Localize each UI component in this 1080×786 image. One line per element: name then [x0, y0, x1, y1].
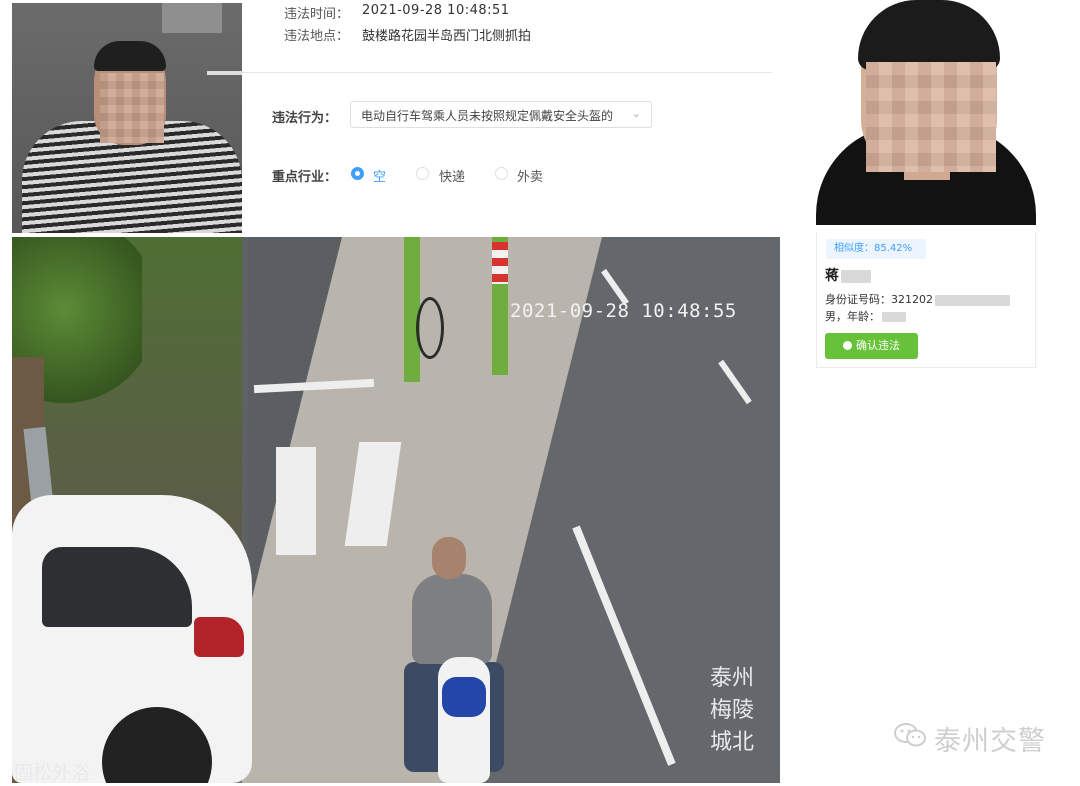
- violation-time-label: 违法时间：: [284, 7, 350, 22]
- confirm-violation-label: 确认违法: [856, 339, 900, 352]
- scene-overlay-location-1: 泰州: [710, 666, 755, 691]
- industry-option-label[interactable]: 外卖: [517, 166, 543, 185]
- id-number-redacted: [935, 294, 1010, 306]
- industry-radio-empty[interactable]: [351, 167, 364, 180]
- radio-unchecked-icon: [416, 167, 429, 180]
- electric-scooter: [438, 657, 490, 783]
- matched-name-visible: 蒋: [825, 268, 839, 284]
- check-circle-icon: [843, 341, 852, 350]
- scene-overlay-bottom-left: 固松外浴: [14, 762, 91, 784]
- violation-place-label: 违法地点：: [284, 29, 350, 44]
- similarity-badge: 相似度：85.42%: [826, 239, 926, 259]
- violation-place-value: 鼓楼路花园半岛西门北侧抓拍: [362, 29, 532, 44]
- face-mosaic: [866, 62, 996, 172]
- violation-time-value: 2021-09-28 10:48:51: [362, 3, 510, 18]
- gender-age-label: 男，年龄：: [825, 310, 880, 323]
- matched-name: 蒋: [825, 265, 871, 285]
- industry-radio-takeout[interactable]: [495, 167, 508, 180]
- violation-behavior-value: 电动自行车驾乘人员未按照规定佩戴安全头盔的: [361, 109, 614, 123]
- confirm-violation-button[interactable]: 确认违法: [825, 333, 918, 359]
- wechat-icon: [894, 723, 926, 747]
- id-number-label: 身份证号码：: [825, 293, 891, 306]
- id-number-prefix: 321202: [891, 293, 933, 306]
- industry-option-label[interactable]: 快递: [439, 166, 465, 185]
- scene-overlay-location-3: 城北: [710, 730, 755, 755]
- age-redacted: [882, 312, 906, 322]
- matched-id-photo: [816, 0, 1036, 225]
- violation-behavior-select[interactable]: 电动自行车驾乘人员未按照规定佩戴安全头盔的 ⌄: [350, 101, 652, 128]
- name-redacted: [841, 269, 871, 283]
- industry-label: 重点行业：: [272, 170, 338, 185]
- violation-behavior-label: 违法行为：: [272, 111, 338, 126]
- watermark-text: 泰州交警: [934, 726, 1046, 757]
- id-number-row: 身份证号码：321202: [825, 291, 1010, 307]
- chevron-down-icon: ⌄: [631, 107, 641, 120]
- gender-age-row: 男，年龄：: [825, 308, 906, 324]
- rider-face-mosaic: [432, 537, 466, 579]
- radio-checked-icon: [351, 167, 364, 180]
- industry-option-label[interactable]: 空: [373, 166, 386, 185]
- scene-overlay-location-2: 梅陵: [710, 698, 755, 723]
- capture-timestamp: 2021-09-28 10:48:55: [510, 300, 737, 322]
- form-divider: [242, 72, 772, 73]
- industry-radio-express[interactable]: [416, 167, 429, 180]
- radio-unchecked-icon: [495, 167, 508, 180]
- face-mosaic: [100, 73, 164, 143]
- captured-face-image: [12, 3, 242, 233]
